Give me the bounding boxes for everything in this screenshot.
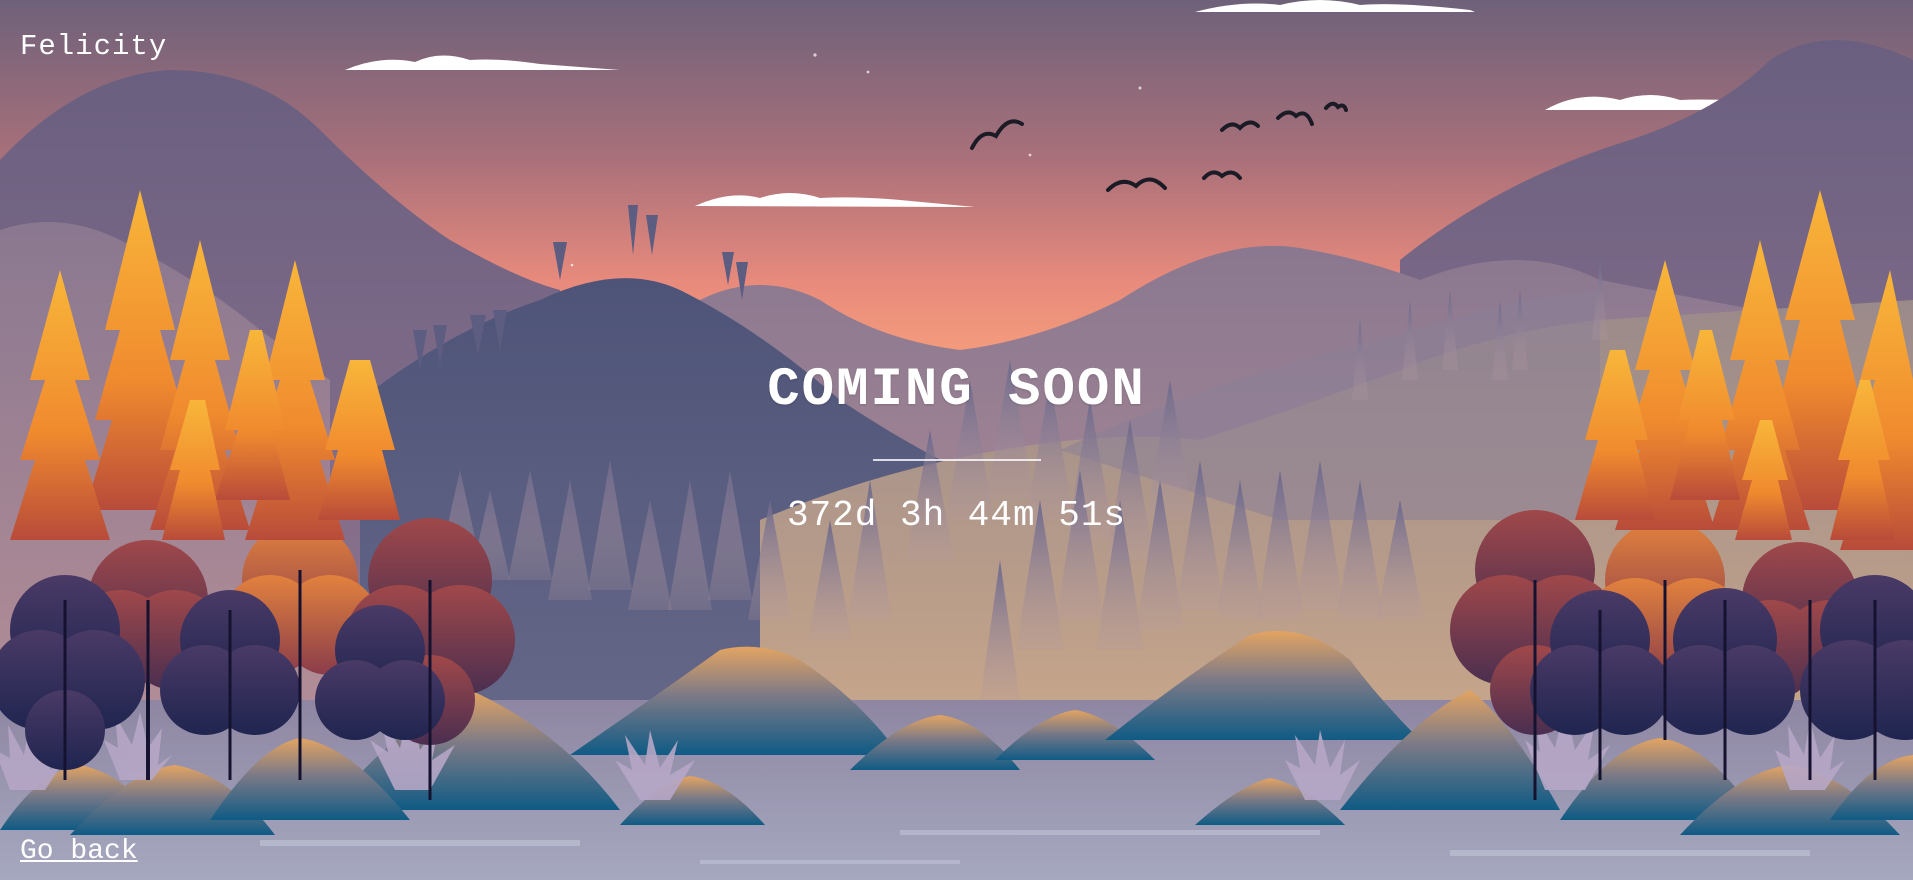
page-title: COMING SOON (767, 360, 1146, 421)
countdown-timer: 372d 3h 44m 51s (786, 495, 1127, 536)
title-divider (872, 459, 1041, 461)
coming-soon-panel: COMING SOON 372d 3h 44m 51s (0, 360, 1913, 536)
go-back-link[interactable]: Go back (20, 836, 138, 867)
brand-logo-text[interactable]: Felicity (20, 30, 167, 63)
